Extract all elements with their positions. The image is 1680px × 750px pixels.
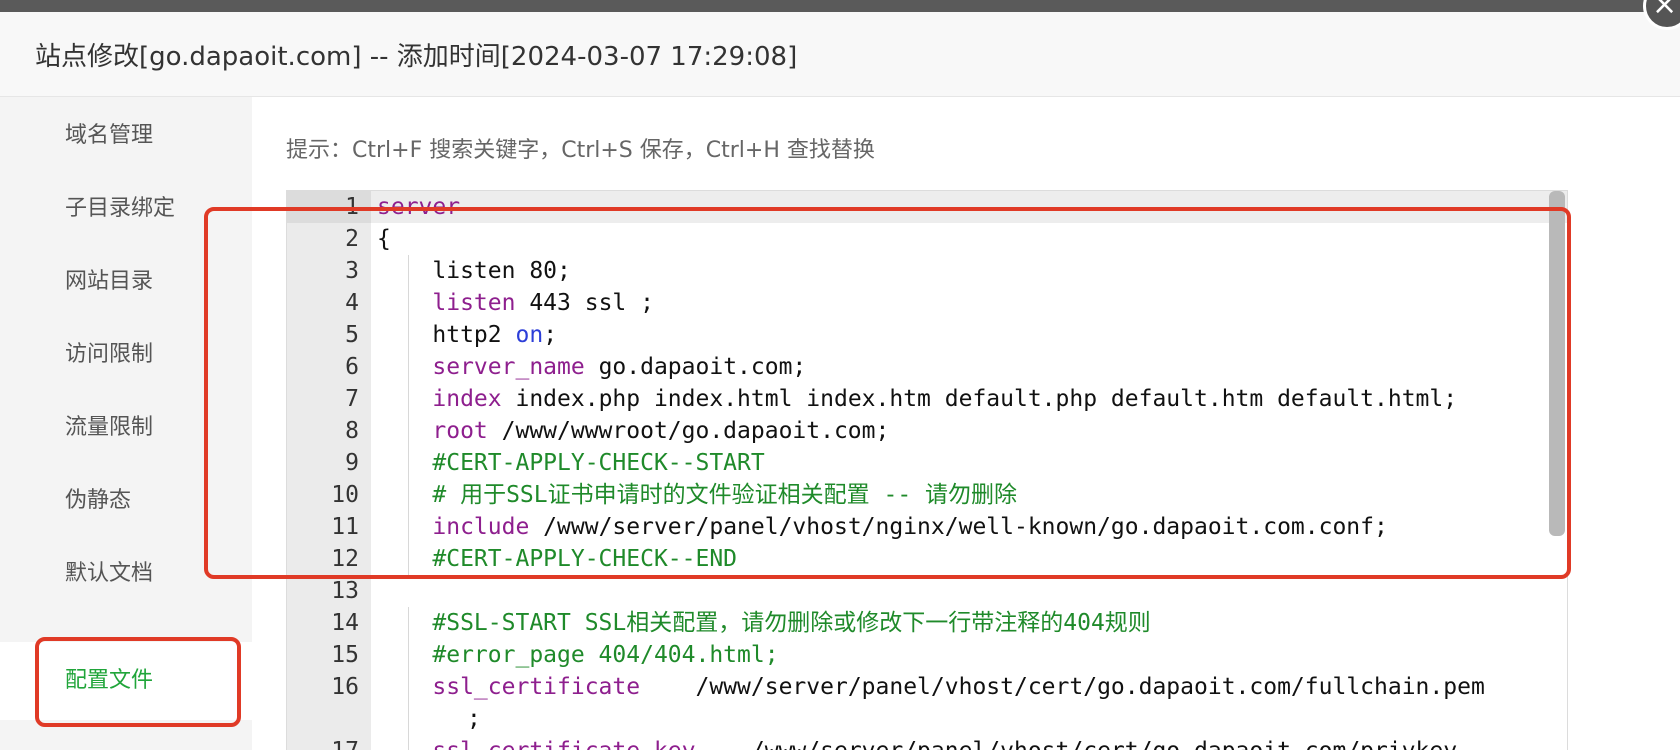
code-token: http2	[377, 322, 516, 348]
line-number: 5	[345, 322, 359, 348]
sidebar-item-config-file[interactable]: 配置文件	[0, 642, 252, 720]
line-number: 14	[331, 610, 359, 636]
config-code-editor[interactable]: 1234567891011121314151617 server{ listen…	[286, 190, 1568, 750]
code-line[interactable]: ssl_certificate_key /www/server/panel/vh…	[377, 735, 1552, 750]
sidebar-item-subdirectory-binding[interactable]: 子目录绑定	[0, 170, 252, 248]
code-token: ssl_certificate	[432, 674, 641, 700]
code-token: {	[377, 226, 391, 252]
dialog-title: 站点修改[go.dapaoit.com] -- 添加时间[2024-03-07 …	[35, 42, 798, 72]
code-token: listen 80;	[377, 258, 571, 284]
code-token: index.php index.html index.htm default.p…	[501, 386, 1458, 412]
line-number	[287, 703, 359, 735]
code-token: #CERT-APPLY-CHECK--START	[377, 450, 765, 476]
code-token: #CERT-APPLY-CHECK--END	[377, 546, 738, 572]
code-line[interactable]: listen 80;	[377, 255, 1552, 287]
code-token: server_name	[432, 354, 585, 380]
settings-sidebar: 域名管理 子目录绑定 网站目录 访问限制 流量限制 伪静态 默认文档 配置文件	[0, 97, 252, 750]
line-number: 17	[287, 735, 359, 750]
sidebar-item-domain-management[interactable]: 域名管理	[0, 97, 252, 175]
code-token: ;	[543, 322, 558, 348]
code-line[interactable]: # 用于SSL证书申请时的文件验证相关配置 -- 请勿删除	[377, 479, 1552, 511]
line-number: 6	[345, 354, 359, 380]
code-token: /www/server/panel/vhost/cert/go.dapaoit.…	[640, 674, 1485, 700]
line-number: 9	[345, 450, 359, 476]
code-token: /www/server/panel/vhost/cert/go.dapaoit.…	[696, 738, 1457, 750]
code-token: on	[515, 322, 544, 348]
code-token: root	[432, 418, 488, 444]
code-line[interactable]: include /www/server/panel/vhost/nginx/we…	[377, 511, 1552, 543]
sidebar-item-rewrite[interactable]: 伪静态	[0, 462, 252, 540]
code-token: #SSL-START SSL相关配置，请勿删除或修改下一行带注释的404规则	[377, 610, 1151, 636]
line-number: 3	[345, 258, 359, 284]
line-number: 10	[331, 482, 359, 508]
code-token: 443 ssl ;	[515, 290, 654, 316]
code-line[interactable]: {	[377, 223, 1552, 255]
code-line[interactable]: #CERT-APPLY-CHECK--END	[377, 543, 1552, 575]
sidebar-item-access-restriction[interactable]: 访问限制	[0, 316, 252, 394]
code-token: /www/server/panel/vhost/nginx/well-known…	[529, 514, 1388, 540]
line-number: 4	[345, 290, 359, 316]
sidebar-item-traffic-limit[interactable]: 流量限制	[0, 389, 252, 467]
line-number: 1	[345, 194, 359, 220]
code-token: ;	[467, 706, 481, 732]
line-number: 12	[331, 546, 359, 572]
code-line[interactable]: ssl_certificate /www/server/panel/vhost/…	[377, 671, 1552, 703]
code-line[interactable]: #CERT-APPLY-CHECK--START	[377, 447, 1552, 479]
line-number: 15	[331, 642, 359, 668]
line-number: 13	[331, 578, 359, 604]
code-token: go.dapaoit.com;	[584, 354, 807, 380]
line-number: 7	[345, 386, 359, 412]
editor-scrollbar-thumb[interactable]	[1549, 191, 1565, 536]
editor-hint: 提示：Ctrl+F 搜索关键字，Ctrl+S 保存，Ctrl+H 查找替换	[286, 138, 875, 163]
code-line[interactable]: server	[377, 191, 1552, 223]
code-line[interactable]: listen 443 ssl ;	[377, 287, 1552, 319]
code-lines[interactable]: server { listen 80; listen 443 ssl ; http…	[377, 191, 1552, 750]
code-line[interactable]	[377, 575, 1552, 607]
code-line[interactable]: ;	[377, 703, 1552, 735]
code-token: include	[432, 514, 530, 540]
code-token: index	[432, 386, 502, 412]
code-line[interactable]: #SSL-START SSL相关配置，请勿删除或修改下一行带注释的404规则	[377, 607, 1552, 639]
code-line[interactable]: index index.php index.html index.htm def…	[377, 383, 1552, 415]
dialog-titlebar: 站点修改[go.dapaoit.com] -- 添加时间[2024-03-07 …	[0, 12, 1680, 97]
line-numbers: 1234567891011121314151617	[287, 191, 359, 750]
line-number: 16	[331, 674, 359, 700]
code-line[interactable]: server_name go.dapaoit.com;	[377, 351, 1552, 383]
code-line[interactable]: #error_page 404/404.html;	[377, 639, 1552, 671]
sidebar-item-site-directory[interactable]: 网站目录	[0, 243, 252, 321]
site-edit-dialog: 站点修改[go.dapaoit.com] -- 添加时间[2024-03-07 …	[0, 12, 1680, 750]
code-token: #error_page 404/404.html;	[377, 642, 779, 668]
line-number: 2	[345, 226, 359, 252]
line-number: 8	[345, 418, 359, 444]
code-token: server	[377, 194, 461, 220]
code-token: listen	[432, 290, 516, 316]
sidebar-item-default-document[interactable]: 默认文档	[0, 535, 252, 613]
close-icon: ×	[1652, 0, 1678, 22]
line-number: 11	[331, 514, 359, 540]
code-token: ssl_certificate_key	[432, 738, 695, 750]
code-token: # 用于SSL证书申请时的文件验证相关配置 -- 请勿删除	[377, 482, 1018, 508]
code-line[interactable]: http2 on;	[377, 319, 1552, 351]
code-line[interactable]: root /www/wwwroot/go.dapaoit.com;	[377, 415, 1552, 447]
code-token: /www/wwwroot/go.dapaoit.com;	[487, 418, 890, 444]
